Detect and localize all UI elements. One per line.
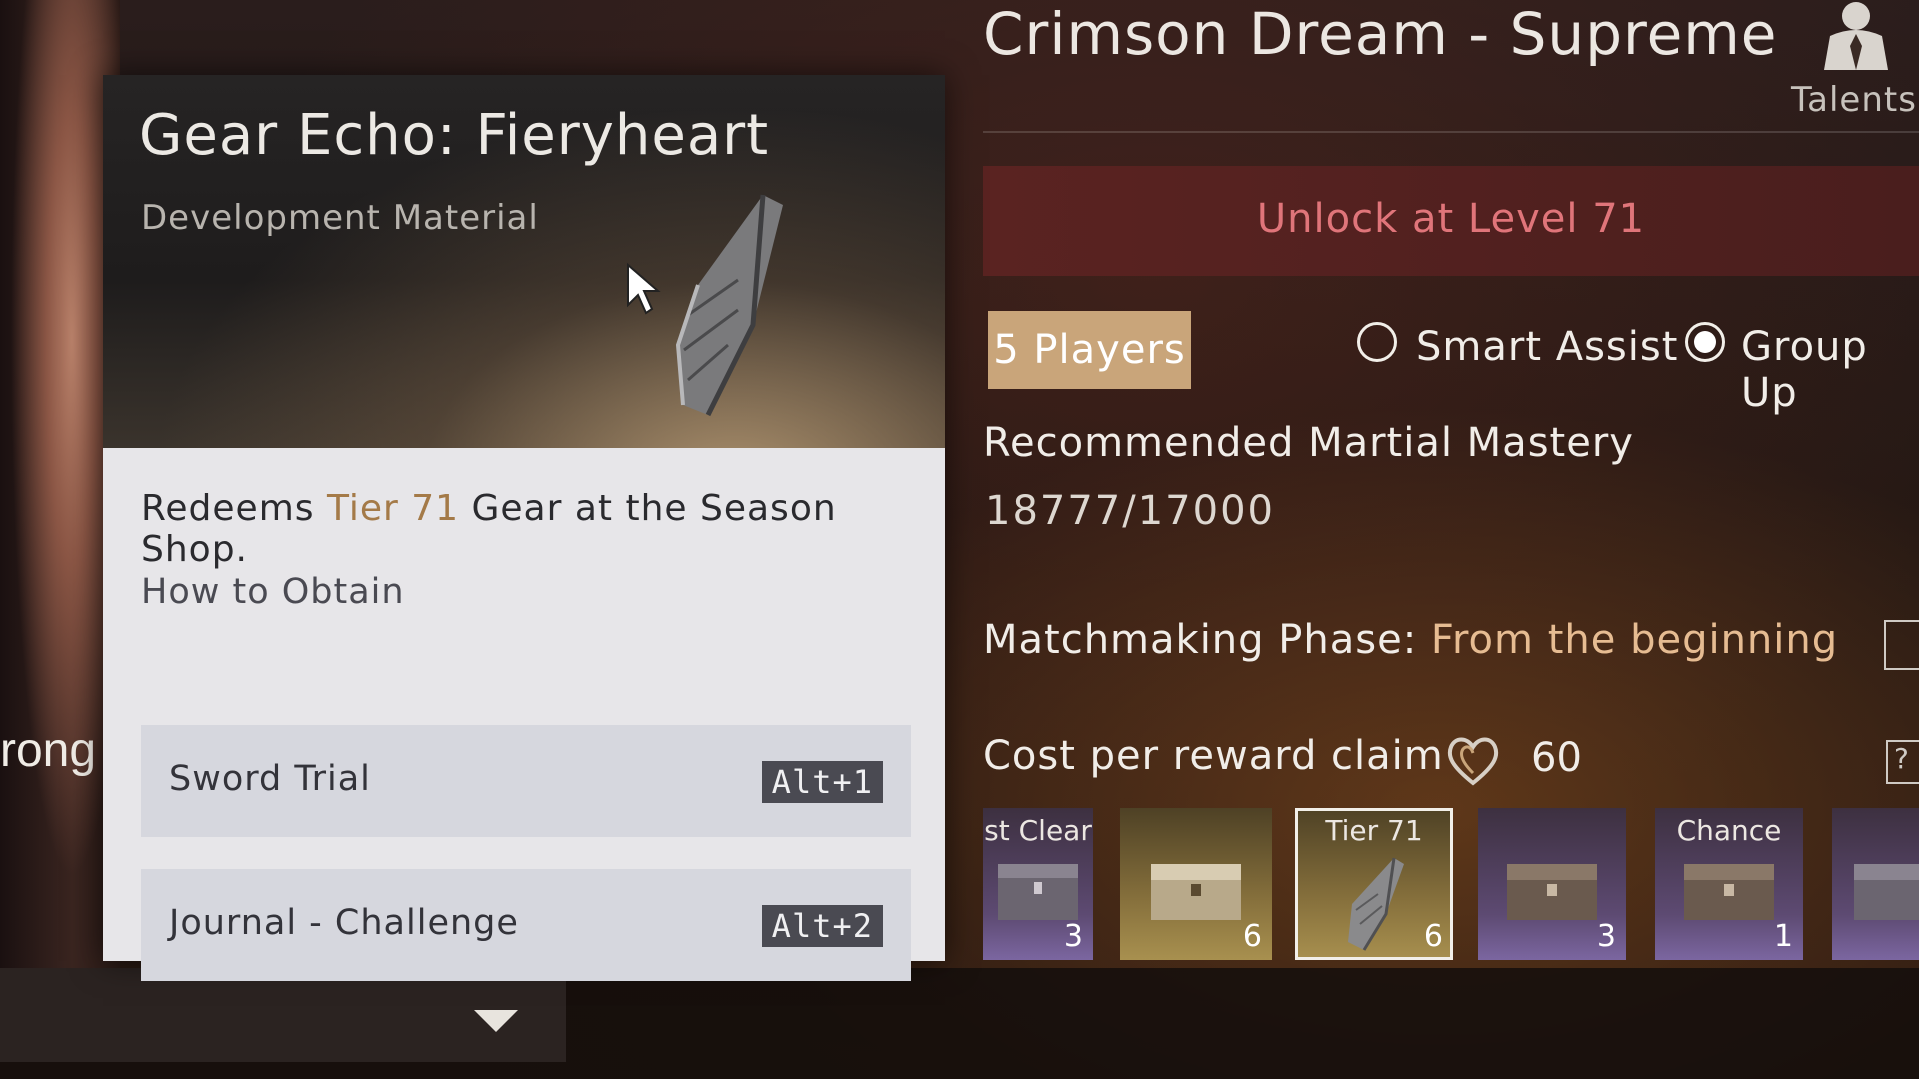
reward-label: Chance <box>1676 814 1782 847</box>
vitality-heart-icon <box>1447 737 1499 786</box>
chest-icon <box>1507 864 1597 920</box>
source-label: Sword Trial <box>169 759 371 799</box>
title-divider <box>983 131 1919 133</box>
description-prefix: Redeems <box>141 488 327 529</box>
description-highlight: Tier 71 <box>326 488 460 529</box>
source-sword-trial[interactable]: Sword Trial Alt+1 <box>141 725 911 837</box>
talents-label[interactable]: Talents <box>1791 80 1917 120</box>
recommended-mastery-value: 18777/17000 <box>985 488 1275 534</box>
tooltip-header: Gear Echo: Fieryheart Development Materi… <box>103 75 945 448</box>
reward-count: 6 <box>1242 919 1262 954</box>
chest-icon <box>998 864 1078 920</box>
hotkey-badge: Alt+2 <box>761 905 883 947</box>
reward-item[interactable] <box>1832 808 1919 960</box>
tooltip-body: Redeems Tier 71 Gear at the Season Shop.… <box>103 448 945 981</box>
how-to-obtain-heading: How to Obtain <box>141 572 405 612</box>
reward-item[interactable]: 6 <box>1120 808 1272 960</box>
hotkey-badge: Alt+1 <box>761 761 883 803</box>
item-name: Gear Echo: Fieryheart <box>139 103 770 168</box>
players-button[interactable]: 5 Players <box>988 311 1191 389</box>
reward-item-selected[interactable]: Tier 71 6 <box>1295 808 1453 960</box>
group-up-label[interactable]: Group Up <box>1741 324 1919 416</box>
character-name-fragment: rong <box>0 724 97 777</box>
reward-item[interactable]: Chance 1 <box>1655 808 1803 960</box>
reward-item[interactable]: 3 <box>1478 808 1626 960</box>
help-button[interactable]: ? <box>1886 740 1919 784</box>
chest-icon <box>1151 864 1241 920</box>
reward-count: 6 <box>1423 919 1443 954</box>
reward-label: st Clear <box>984 814 1092 847</box>
reward-count: 3 <box>1063 919 1083 954</box>
unlock-banner: Unlock at Level 71 <box>983 166 1919 276</box>
chevron-down-icon[interactable] <box>474 1010 518 1032</box>
chest-icon <box>1854 864 1919 920</box>
reward-label: Tier 71 <box>1325 814 1423 847</box>
item-description: Redeems Tier 71 Gear at the Season Shop. <box>141 488 945 570</box>
cost-value: 60 <box>1531 735 1582 781</box>
talents-icon[interactable] <box>1816 0 1896 70</box>
smart-assist-radio[interactable] <box>1357 322 1397 362</box>
gear-echo-icon <box>1348 857 1404 951</box>
item-type: Development Material <box>141 198 539 238</box>
chest-icon <box>1684 864 1774 920</box>
recommended-mastery-label: Recommended Martial Mastery <box>983 420 1634 466</box>
matchmaking-label: Matchmaking Phase: <box>983 617 1418 663</box>
smart-assist-label[interactable]: Smart Assist <box>1416 324 1678 370</box>
cost-label: Cost per reward claim <box>983 733 1444 779</box>
reward-count: 1 <box>1773 919 1793 954</box>
reward-item[interactable]: st Clear 3 <box>983 808 1093 960</box>
character-portrait <box>0 0 120 970</box>
reward-count: 3 <box>1596 919 1616 954</box>
source-label: Journal - Challenge <box>169 903 519 943</box>
source-journal-challenge[interactable]: Journal - Challenge Alt+2 <box>141 869 911 981</box>
group-up-radio[interactable] <box>1685 322 1725 362</box>
unlock-text: Unlock at Level 71 <box>1256 196 1646 242</box>
dungeon-title: Crimson Dream - Supreme <box>983 0 1778 68</box>
item-tooltip: Gear Echo: Fieryheart Development Materi… <box>103 75 945 981</box>
matchmaking-phase: Matchmaking Phase: From the beginning <box>983 617 1838 663</box>
matchmaking-value: From the beginning <box>1430 617 1839 663</box>
matchmaking-settings-button[interactable] <box>1884 620 1919 670</box>
